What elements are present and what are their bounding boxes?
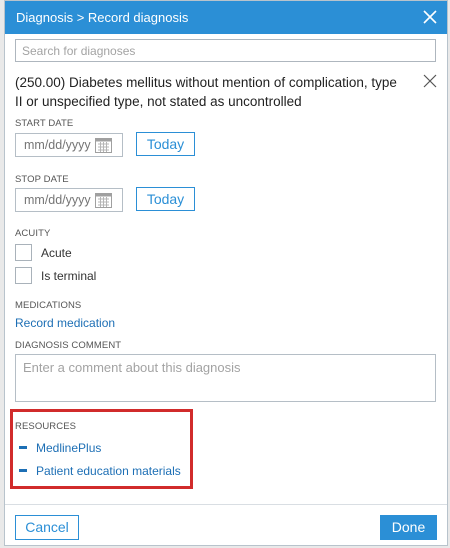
acuity-label: ACUITY bbox=[15, 228, 51, 239]
stop-today-button[interactable]: Today bbox=[136, 187, 195, 211]
dash-icon bbox=[19, 446, 27, 449]
start-today-button[interactable]: Today bbox=[136, 132, 195, 156]
remove-diagnosis-icon[interactable] bbox=[423, 74, 437, 88]
diagnosis-search-input[interactable] bbox=[15, 39, 436, 62]
acute-label: Acute bbox=[41, 246, 72, 260]
selected-diagnosis: (250.00) Diabetes mellitus without menti… bbox=[15, 75, 397, 109]
dialog-title: Diagnosis > Record diagnosis bbox=[16, 10, 189, 25]
dash-icon bbox=[19, 469, 27, 472]
footer-divider bbox=[5, 504, 447, 505]
close-icon[interactable] bbox=[422, 9, 438, 25]
medlineplus-link[interactable]: MedlinePlus bbox=[36, 441, 101, 455]
resources-label: RESOURCES bbox=[15, 421, 77, 432]
patient-education-link[interactable]: Patient education materials bbox=[36, 464, 181, 478]
diagnosis-comment-field[interactable]: Enter a comment about this diagnosis bbox=[15, 354, 436, 402]
stop-date-label: STOP DATE bbox=[15, 174, 69, 185]
acute-checkbox[interactable] bbox=[15, 244, 32, 261]
is-terminal-label: Is terminal bbox=[41, 269, 97, 283]
medications-label: MEDICATIONS bbox=[15, 300, 82, 311]
dialog-header: Diagnosis > Record diagnosis bbox=[5, 1, 447, 34]
record-medication-link[interactable]: Record medication bbox=[15, 316, 115, 330]
calendar-icon[interactable] bbox=[95, 137, 112, 153]
done-button[interactable]: Done bbox=[380, 515, 437, 540]
diagnosis-comment-label: DIAGNOSIS COMMENT bbox=[15, 340, 122, 351]
calendar-icon[interactable] bbox=[95, 192, 112, 208]
is-terminal-checkbox[interactable] bbox=[15, 267, 32, 284]
start-date-label: START DATE bbox=[15, 118, 74, 129]
record-diagnosis-dialog: Diagnosis > Record diagnosis (250.00) Di… bbox=[4, 0, 448, 546]
cancel-button[interactable]: Cancel bbox=[15, 515, 79, 540]
